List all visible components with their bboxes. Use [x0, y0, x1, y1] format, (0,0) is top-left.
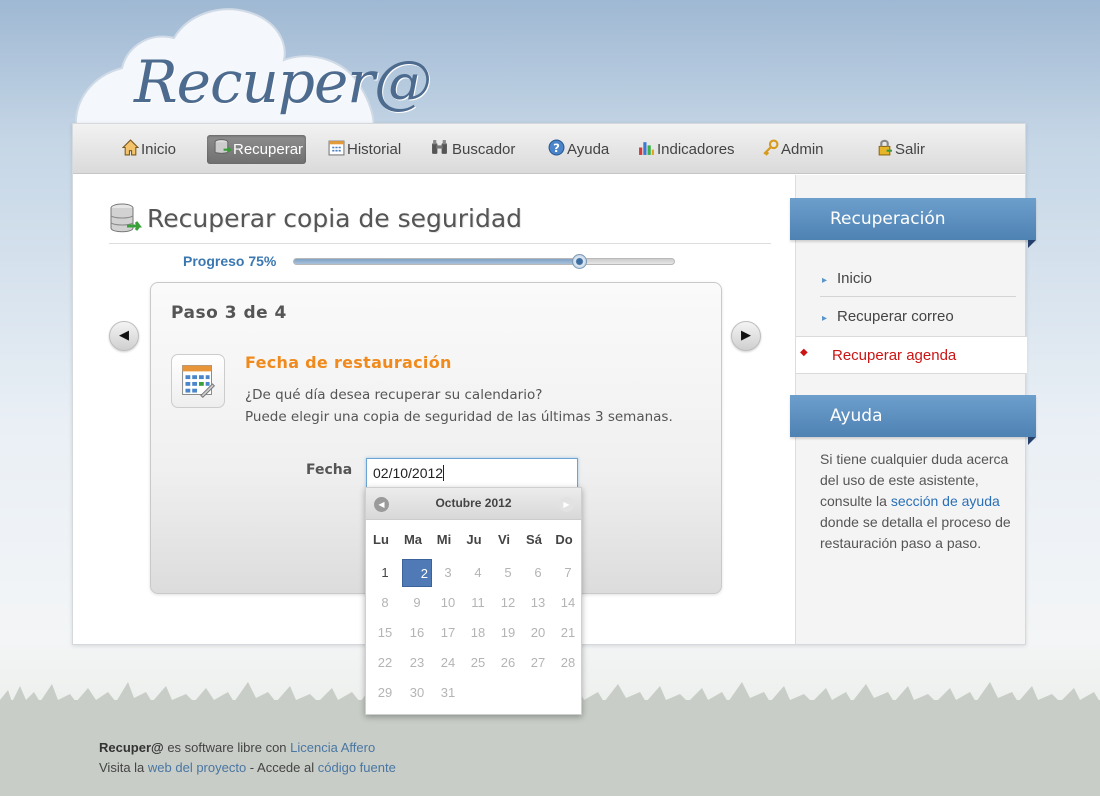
datepicker-day: 17 [440, 625, 456, 640]
datepicker-day: 16 [409, 625, 425, 640]
nav-inicio[interactable]: Inicio [115, 135, 183, 164]
datepicker-day[interactable]: 1 [370, 559, 400, 587]
sidebar-item-recuperar-agenda[interactable]: ◆ Recuperar agenda [796, 336, 1027, 374]
weekday-label: Do [555, 532, 573, 547]
nav-indicadores[interactable]: Indicadores [631, 135, 742, 164]
bullet-icon: ▸ [822, 275, 828, 286]
sidebar-item-recuperar-correo[interactable]: ▸ Recuperar correo [822, 308, 954, 325]
chart-icon [639, 142, 654, 155]
datepicker-day: 10 [440, 595, 456, 610]
datepicker-day: 15 [377, 625, 393, 640]
previous-step-button[interactable]: ◀ [109, 321, 139, 351]
datepicker-day: 24 [440, 655, 456, 670]
sidebar-heading-help: Ayuda [790, 395, 1036, 445]
svg-text:?: ? [553, 141, 560, 155]
datepicker-day: 4 [474, 565, 482, 580]
datepicker-header: ◀ Octubre 2012 ▶ [366, 488, 581, 520]
sidebar-heading-recovery: Recuperación [790, 198, 1036, 248]
project-link[interactable]: web del proyecto [148, 760, 246, 775]
datepicker-day: 20 [530, 625, 546, 640]
datepicker-day: 30 [409, 685, 425, 700]
datepicker-day: 22 [377, 655, 393, 670]
datepicker-day: 6 [534, 565, 542, 580]
nav-salir[interactable]: Salir [869, 135, 932, 164]
weekday-label: Vi [497, 532, 511, 547]
datepicker-day: 8 [381, 595, 389, 610]
datepicker-next-icon[interactable]: ▶ [559, 497, 574, 512]
datepicker-day: 29 [377, 685, 393, 700]
section-title: Fecha de restauración [245, 353, 452, 372]
footer-line-2: Visita la web del proyecto - Accede al c… [99, 760, 396, 775]
datepicker-day: 5 [504, 565, 512, 580]
progress-bar [293, 254, 675, 269]
weekday-label: Lu [373, 532, 389, 547]
next-step-button[interactable]: ▶ [731, 321, 761, 351]
help-text: Si tiene cualquier duda acerca del uso d… [820, 451, 1011, 551]
datepicker: ◀ Octubre 2012 ▶ Lu Ma Mi Ju Vi Sá Do 1 2 3 4 5 6 7 8 9… [365, 487, 582, 715]
key-icon [763, 139, 779, 156]
progress-knob [572, 254, 587, 269]
date-label: Fecha [306, 462, 353, 478]
datepicker-day: 7 [564, 565, 572, 580]
weekday-label: Ma [403, 532, 423, 547]
help-section-link[interactable]: sección de ayuda [891, 493, 1000, 509]
home-icon [122, 139, 139, 156]
nav-buscador[interactable]: Buscador [424, 135, 522, 164]
datepicker-day: 13 [530, 595, 546, 610]
page-header: Recuperar copia de seguridad [109, 202, 771, 244]
nav-historial[interactable]: Historial [321, 135, 408, 164]
top-navigation: Inicio Recuperar Historial Buscador ? Ayu… [73, 124, 1025, 174]
database-restore-icon [110, 203, 142, 233]
active-bullet-icon: ◆ [800, 347, 808, 358]
footer-line-1: Recuper@ es software libre con Licencia … [99, 740, 376, 755]
nav-recuperar[interactable]: Recuperar [207, 135, 306, 164]
datepicker-day: 19 [500, 625, 516, 640]
date-input[interactable]: 02/10/2012 [366, 458, 578, 488]
step-title: Paso 3 de 4 [171, 303, 287, 323]
progress-fill [294, 259, 579, 264]
nav-ayuda[interactable]: ? Ayuda [541, 135, 616, 164]
license-link[interactable]: Licencia Affero [290, 740, 375, 755]
progress-label: Progreso 75% [183, 253, 277, 269]
sidebar-item-inicio[interactable]: ▸ Inicio [822, 270, 872, 287]
sidebar: Recuperación ▸ Inicio ▸ Recuperar correo ◆… [790, 175, 1036, 644]
calendar-large-icon [171, 354, 225, 408]
datepicker-day: 14 [560, 595, 576, 610]
datepicker-day: 27 [530, 655, 546, 670]
datepicker-title: Octubre 2012 [435, 496, 512, 510]
datepicker-day: 28 [560, 655, 576, 670]
app-logo[interactable]: Recuper@ [134, 48, 432, 116]
database-icon [214, 139, 231, 154]
datepicker-day: 26 [500, 655, 516, 670]
datepicker-day: 12 [500, 595, 516, 610]
datepicker-day: 31 [440, 685, 456, 700]
datepicker-day: 3 [444, 565, 452, 580]
bullet-icon: ▸ [822, 313, 828, 324]
calendar-icon [328, 140, 345, 156]
datepicker-day-selected[interactable]: 2 [402, 559, 432, 587]
section-question: ¿De qué día desea recuperar su calendari… [245, 387, 543, 403]
datepicker-day: 23 [409, 655, 425, 670]
datepicker-day: 21 [560, 625, 576, 640]
binoculars-icon [432, 140, 447, 154]
page-title: Recuperar copia de seguridad [147, 204, 523, 233]
help-icon: ? [548, 139, 565, 156]
datepicker-day: 18 [470, 625, 486, 640]
lock-icon [878, 139, 892, 156]
weekday-label: Sá [526, 532, 542, 547]
datepicker-day: 11 [471, 595, 485, 610]
datepicker-day: 25 [470, 655, 486, 670]
source-code-link[interactable]: código fuente [318, 760, 396, 775]
nav-admin[interactable]: Admin [755, 135, 831, 164]
weekday-label: Mi [436, 532, 452, 547]
weekday-label: Ju [466, 532, 482, 547]
section-hint: Puede elegir una copia de seguridad de l… [245, 409, 673, 425]
datepicker-day: 9 [413, 595, 421, 610]
footer: Recuper@ es software libre con Licencia … [99, 738, 396, 778]
